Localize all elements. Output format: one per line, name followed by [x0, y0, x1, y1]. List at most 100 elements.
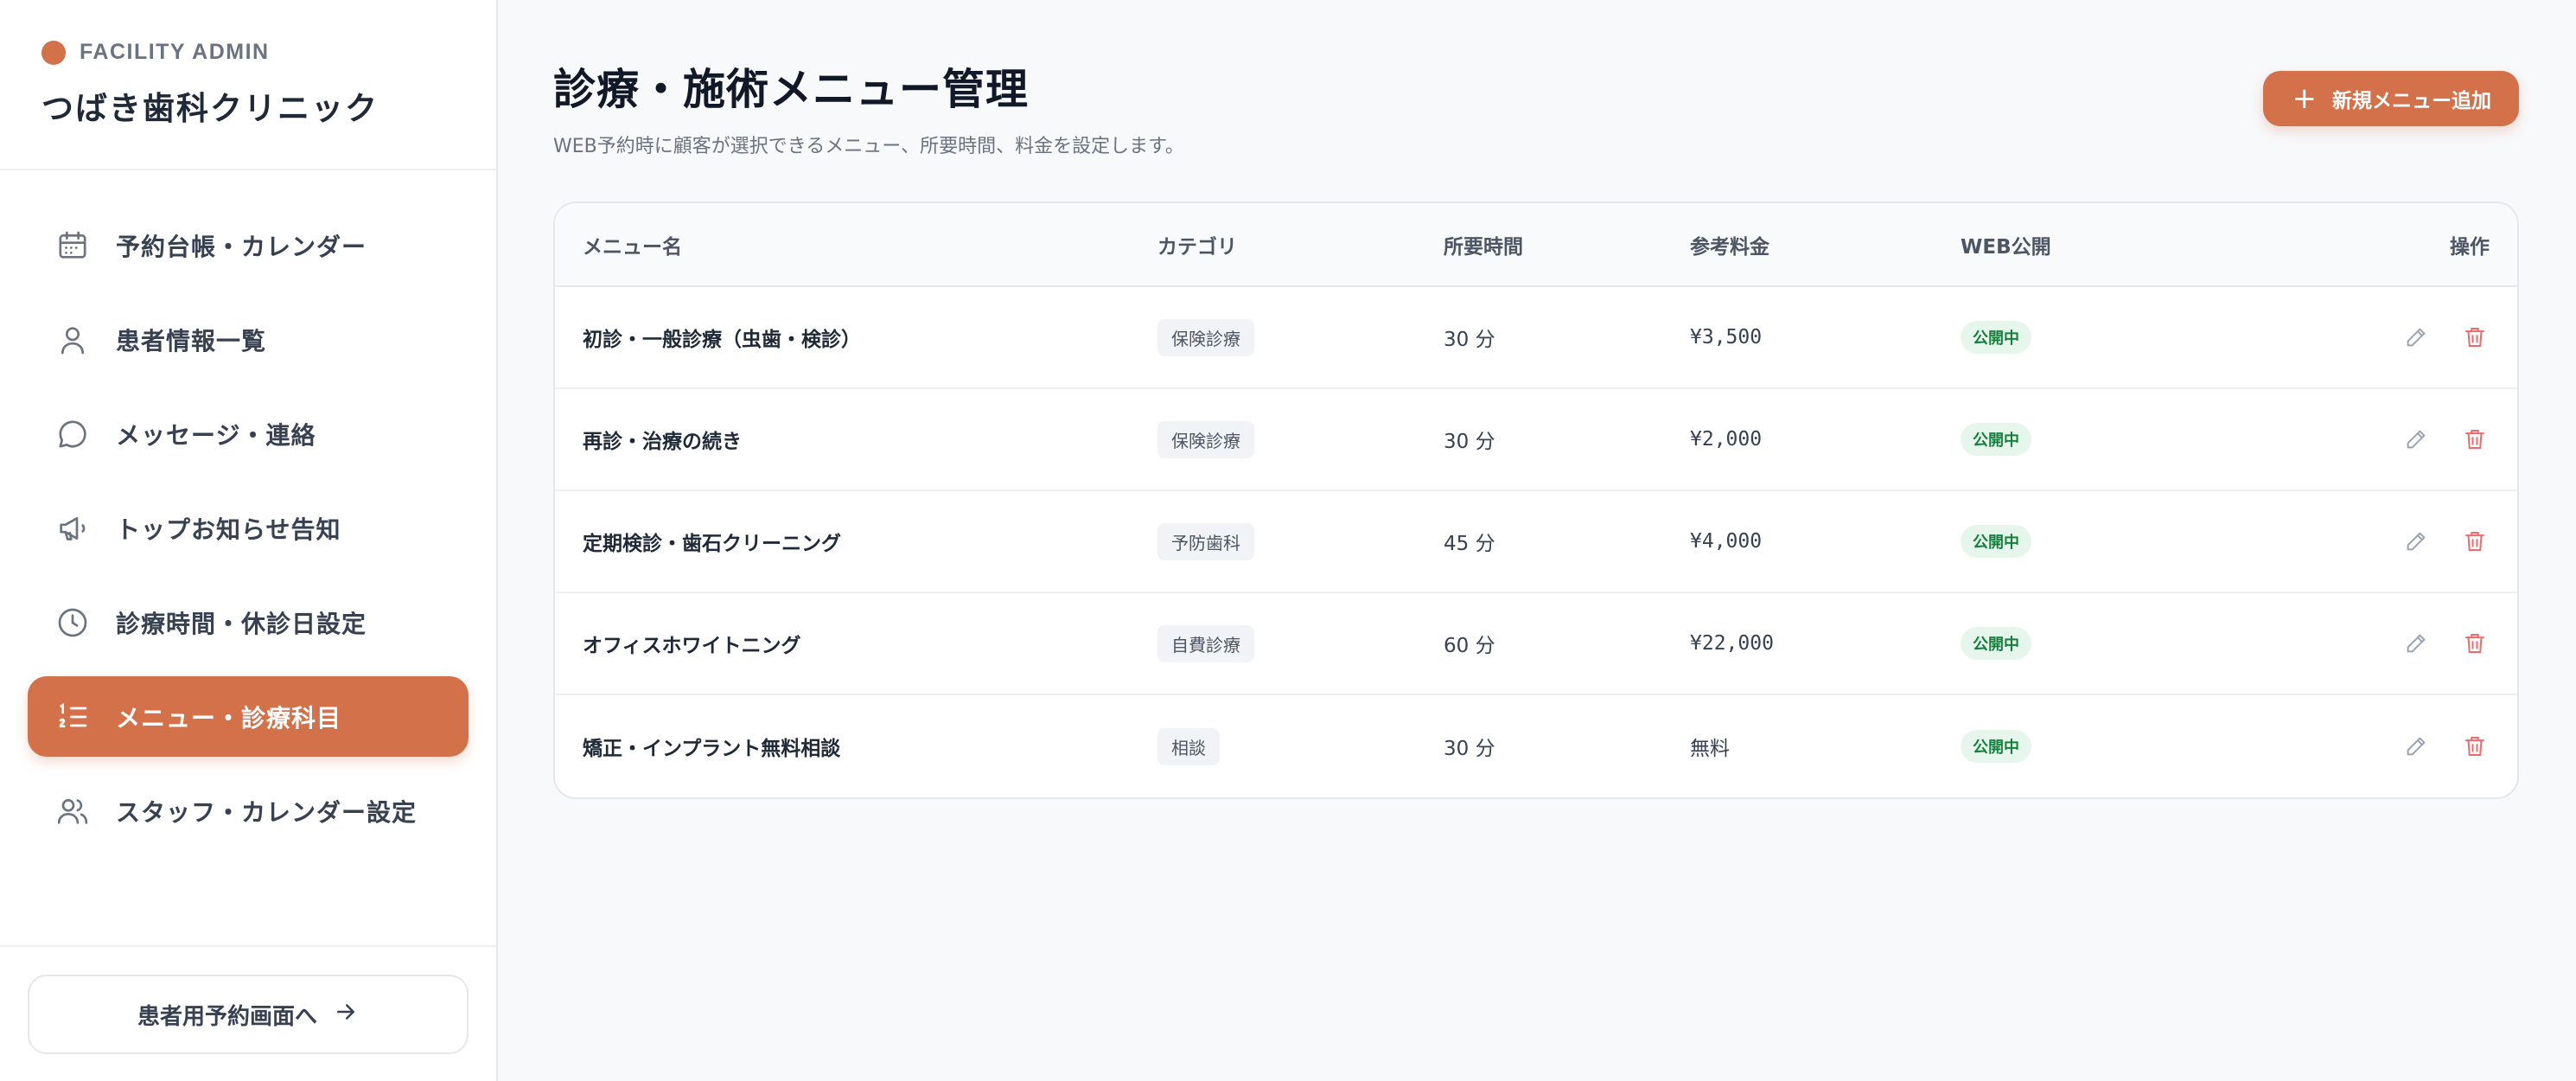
sidebar-item-menu[interactable]: メニュー・診療科目	[28, 676, 469, 757]
list-ordered-icon	[55, 700, 90, 734]
sidebar-item-label: 診療時間・休診日設定	[116, 609, 367, 638]
edit-icon[interactable]	[2401, 732, 2431, 761]
trash-icon[interactable]	[2460, 425, 2490, 454]
users-icon	[55, 794, 90, 828]
main-content: 診療・施術メニュー管理 WEB予約時に顧客が選択できるメニュー、所要時間、料金を…	[498, 0, 2576, 1081]
col-header-name: メニュー名	[583, 235, 682, 259]
menu-name: 矯正・インプラント無料相談	[583, 738, 841, 760]
trash-icon[interactable]	[2460, 732, 2490, 761]
duration: 30 分	[1444, 329, 1495, 351]
sidebar-nav: 予約台帳・カレンダー 患者情報一覧 メッセージ・連絡 トップお知らせ告知 診療時…	[0, 170, 496, 945]
facility-label: FACILITY ADMIN	[80, 40, 270, 64]
menu-name: 定期検診・歯石クリーニング	[583, 533, 841, 555]
clock-icon	[55, 605, 90, 640]
status-badge: 公開中	[1961, 423, 2031, 456]
category-badge: 相談	[1157, 727, 1220, 765]
status-badge: 公開中	[1961, 627, 2031, 660]
duration: 45 分	[1444, 533, 1495, 555]
plus-icon: +	[2292, 81, 2318, 116]
menu-name: オフィスホワイトニング	[583, 635, 801, 657]
clinic-name: つばき歯科クリニック	[41, 89, 379, 127]
table-header: メニュー名 カテゴリ 所要時間 参考料金 WEB公開 操作	[555, 203, 2517, 287]
status-badge: 公開中	[1961, 321, 2031, 354]
user-icon	[55, 323, 90, 357]
fee: ¥22,000	[1690, 632, 1774, 655]
category-badge: 予防歯科	[1157, 522, 1254, 560]
add-menu-button[interactable]: + 新規メニュー追加	[2262, 71, 2519, 126]
edit-icon[interactable]	[2401, 323, 2431, 352]
sidebar-item-label: 患者情報一覧	[116, 326, 267, 355]
row-actions	[2220, 527, 2517, 556]
web-cell: 公開中	[1961, 321, 2220, 354]
table-row: 矯正・インプラント無料相談 相談 30 分 無料 公開中	[555, 695, 2517, 797]
header-text: 診療・施術メニュー管理 WEB予約時に顧客が選択できるメニュー、所要時間、料金を…	[553, 55, 1184, 158]
web-cell: 公開中	[1961, 730, 2220, 763]
row-actions	[2220, 732, 2517, 761]
sidebar-item-hours[interactable]: 診療時間・休診日設定	[28, 582, 469, 662]
category-cell: 保険診療	[1157, 318, 1444, 356]
table-row: 初診・一般診療（虫歯・検診） 保険診療 30 分 ¥3,500 公開中	[555, 287, 2517, 389]
sidebar-item-staff[interactable]: スタッフ・カレンダー設定	[28, 771, 469, 851]
web-cell: 公開中	[1961, 627, 2220, 660]
sidebar-footer: 患者用予約画面へ	[0, 945, 496, 1081]
menu-name: 初診・一般診療（虫歯・検診）	[583, 329, 861, 351]
sidebar-item-label: 予約台帳・カレンダー	[116, 232, 367, 261]
calendar-icon	[55, 228, 90, 263]
add-menu-label: 新規メニュー追加	[2332, 90, 2491, 112]
fee: ¥4,000	[1690, 530, 1763, 553]
trash-icon[interactable]	[2460, 629, 2490, 658]
brand: FACILITY ADMIN つばき歯科クリニック	[0, 0, 496, 170]
brand-top: FACILITY ADMIN	[41, 40, 455, 65]
sidebar-item-label: トップお知らせ告知	[116, 515, 341, 544]
sidebar-item-announcements[interactable]: トップお知らせ告知	[28, 488, 469, 568]
patient-booking-label: 患者用予約画面へ	[137, 1003, 317, 1030]
status-badge: 公開中	[1961, 525, 2031, 558]
sidebar-item-label: メッセージ・連絡	[116, 420, 316, 450]
col-header-duration: 所要時間	[1444, 235, 1523, 259]
table-row: オフィスホワイトニング 自費診療 60 分 ¥22,000 公開中	[555, 593, 2517, 695]
edit-icon[interactable]	[2401, 425, 2431, 454]
megaphone-icon	[55, 511, 90, 546]
arrow-right-icon	[333, 999, 359, 1031]
fee: ¥3,500	[1690, 326, 1763, 349]
sidebar-item-label: スタッフ・カレンダー設定	[116, 797, 418, 827]
sidebar-item-label: メニュー・診療科目	[116, 703, 342, 732]
category-cell: 相談	[1157, 727, 1444, 765]
menu-name: 再診・治療の続き	[583, 431, 742, 453]
sidebar-item-patients[interactable]: 患者情報一覧	[28, 299, 469, 380]
trash-icon[interactable]	[2460, 527, 2490, 556]
edit-icon[interactable]	[2401, 629, 2431, 658]
message-icon	[55, 417, 90, 451]
web-cell: 公開中	[1961, 423, 2220, 456]
category-badge: 自費診療	[1157, 624, 1254, 662]
duration: 60 分	[1444, 635, 1495, 657]
category-cell: 自費診療	[1157, 624, 1444, 662]
category-cell: 予防歯科	[1157, 522, 1444, 560]
menu-table: メニュー名 カテゴリ 所要時間 参考料金 WEB公開 操作 初診・一般診療（虫歯…	[553, 201, 2519, 799]
web-cell: 公開中	[1961, 525, 2220, 558]
edit-icon[interactable]	[2401, 527, 2431, 556]
row-actions	[2220, 425, 2517, 454]
category-cell: 保険診療	[1157, 420, 1444, 458]
sidebar: FACILITY ADMIN つばき歯科クリニック 予約台帳・カレンダー 患者情…	[0, 0, 498, 1081]
col-header-fee: 参考料金	[1690, 235, 1769, 259]
fee: ¥2,000	[1690, 428, 1763, 451]
patient-booking-link[interactable]: 患者用予約画面へ	[28, 975, 469, 1054]
col-header-actions: 操作	[2220, 230, 2517, 259]
category-badge: 保険診療	[1157, 420, 1254, 458]
fee: 無料	[1690, 738, 1730, 760]
duration: 30 分	[1444, 431, 1495, 453]
status-badge: 公開中	[1961, 730, 2031, 763]
page-subtitle: WEB予約時に顧客が選択できるメニュー、所要時間、料金を設定します。	[553, 136, 1184, 157]
sidebar-item-calendar[interactable]: 予約台帳・カレンダー	[28, 205, 469, 285]
col-header-category: カテゴリ	[1157, 235, 1237, 259]
page-title: 診療・施術メニュー管理	[553, 64, 1030, 114]
duration: 30 分	[1444, 738, 1495, 760]
trash-icon[interactable]	[2460, 323, 2490, 352]
brand-dot-icon	[41, 40, 66, 65]
col-header-actions-label: 操作	[2450, 235, 2490, 259]
col-header-web: WEB公開	[1961, 235, 2051, 259]
category-badge: 保険診療	[1157, 318, 1254, 356]
sidebar-item-messages[interactable]: メッセージ・連絡	[28, 393, 469, 474]
page-header: 診療・施術メニュー管理 WEB予約時に顧客が選択できるメニュー、所要時間、料金を…	[553, 55, 2519, 158]
